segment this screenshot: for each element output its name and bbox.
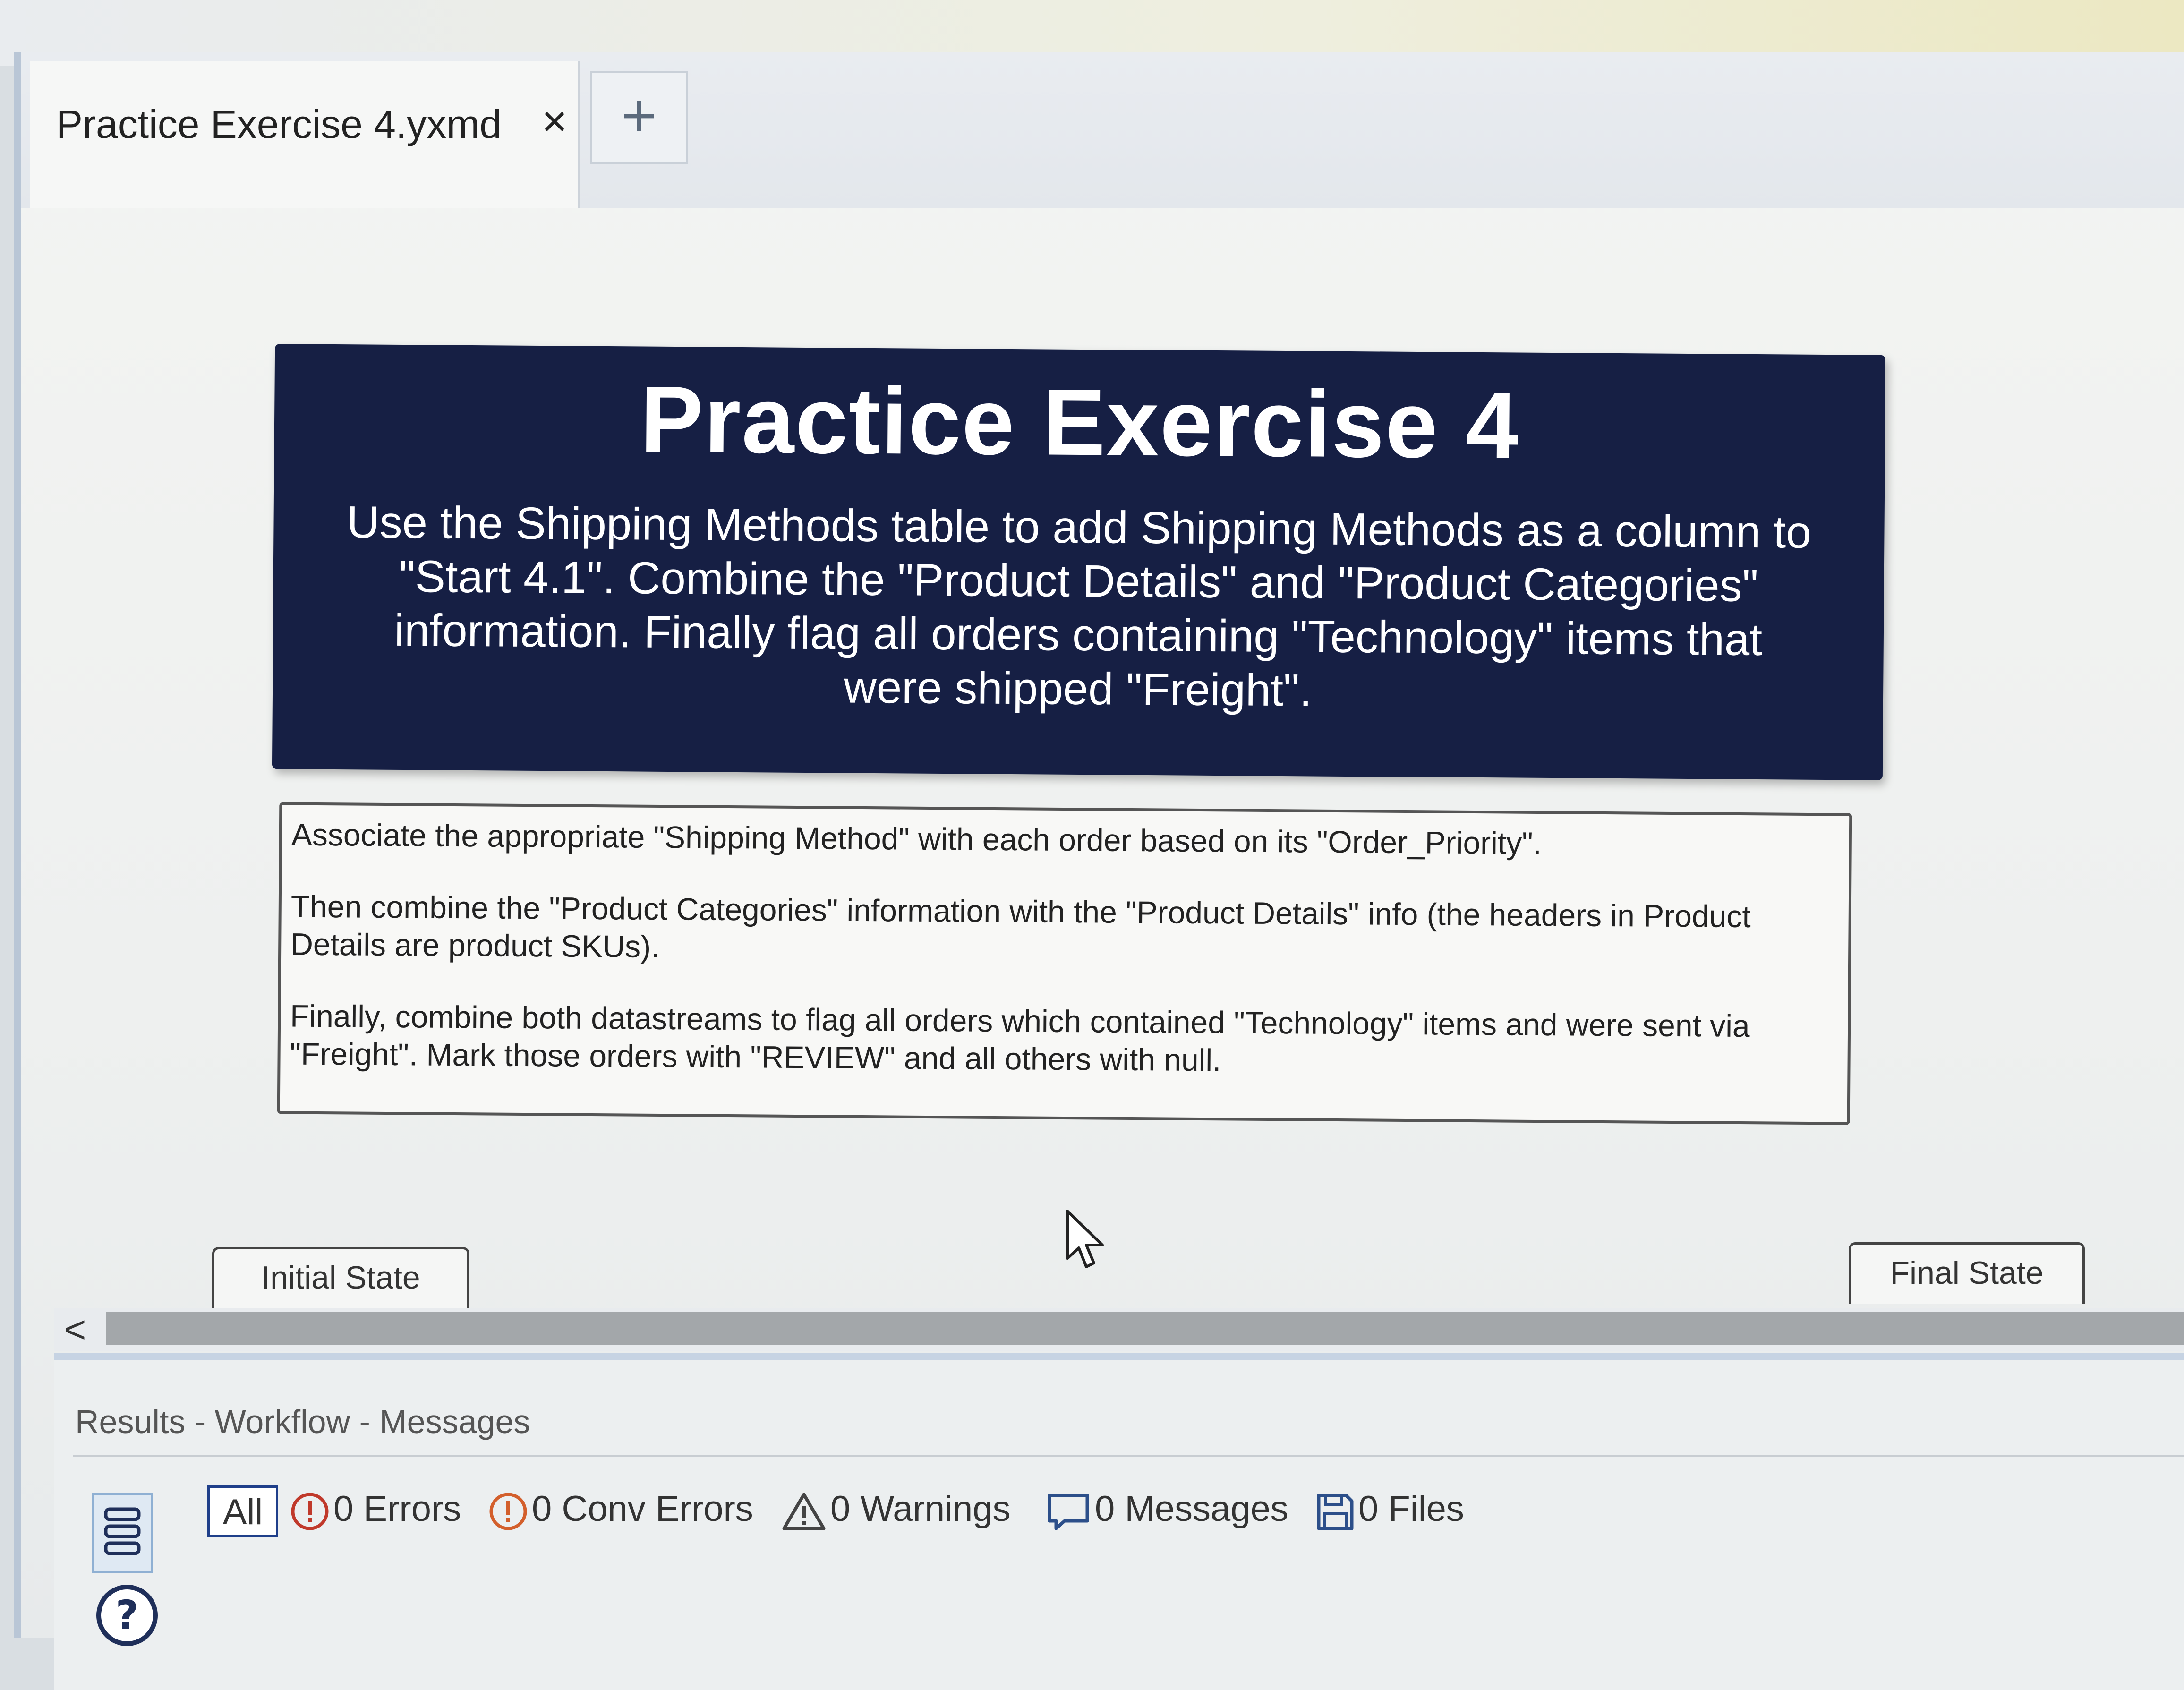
comment-paragraph-1: Associate the appropriate "Shipping Meth…: [291, 817, 1542, 861]
tab-title: Practice Exercise 4.yxmd: [56, 102, 502, 146]
mouse-cursor-icon: [1066, 1210, 1104, 1268]
filter-messages[interactable]: 0 Messages: [1046, 1481, 1288, 1537]
errors-label: 0 Errors: [333, 1489, 461, 1529]
filter-all-button[interactable]: All: [207, 1485, 278, 1537]
warning-icon: [782, 1493, 826, 1530]
horizontal-scrollbar[interactable]: <: [54, 1308, 2184, 1351]
exercise-description: Use the Shipping Methods table to add Sh…: [346, 497, 1812, 716]
warnings-label: 0 Warnings: [830, 1489, 1011, 1529]
error-icon: [291, 1493, 329, 1530]
help-icon[interactable]: ?: [94, 1582, 160, 1648]
title-box[interactable]: Practice Exercise 4 Use the Shipping Met…: [272, 344, 1886, 780]
workflow-canvas[interactable]: Practice Exercise 4 Use the Shipping Met…: [21, 208, 2184, 1308]
messages-label: 0 Messages: [1095, 1489, 1288, 1529]
scroll-left-arrow-icon[interactable]: <: [54, 1308, 96, 1351]
comment-paragraph-2: Then combine the "Product Categories" in…: [290, 888, 1751, 964]
conv-error-icon: [489, 1493, 527, 1530]
message-icon: [1048, 1494, 1089, 1530]
conv-errors-label: 0 Conv Errors: [532, 1489, 753, 1529]
final-state-container[interactable]: Final State: [1849, 1242, 2085, 1304]
comment-paragraph-3: Finally, combine both datastreams to fla…: [290, 998, 1750, 1078]
filter-conv-errors[interactable]: 0 Conv Errors: [488, 1481, 753, 1537]
filter-errors[interactable]: 0 Errors: [290, 1481, 461, 1537]
results-panel: Results - Workflow - Messages ? All 0 Er…: [54, 1360, 2184, 1690]
results-separator: [73, 1455, 2184, 1457]
panel-divider[interactable]: [54, 1353, 2184, 1360]
filter-warnings[interactable]: 0 Warnings: [781, 1481, 1011, 1537]
filter-files[interactable]: 0 Files: [1315, 1481, 1464, 1537]
results-title: Results - Workflow - Messages: [75, 1403, 530, 1440]
initial-state-container[interactable]: Initial State: [212, 1247, 469, 1308]
tab-practice-exercise-4[interactable]: Practice Exercise 4.yxmd ×: [30, 61, 580, 208]
tab-bar: Practice Exercise 4.yxmd × +: [21, 52, 2184, 208]
exercise-heading: Practice Exercise 4: [640, 367, 1520, 478]
close-icon[interactable]: ×: [533, 100, 576, 143]
svg-text:?: ?: [116, 1592, 139, 1638]
files-label: 0 Files: [1358, 1489, 1464, 1529]
comment-box[interactable]: Associate the appropriate "Shipping Meth…: [277, 802, 1852, 1125]
scrollbar-thumb[interactable]: [106, 1312, 2184, 1345]
file-save-icon: [1317, 1494, 1354, 1530]
new-tab-button[interactable]: +: [590, 71, 688, 164]
designer-window: Practice Exercise 4.yxmd × + Practice Ex…: [14, 52, 2184, 1690]
list-view-icon[interactable]: [92, 1493, 153, 1573]
